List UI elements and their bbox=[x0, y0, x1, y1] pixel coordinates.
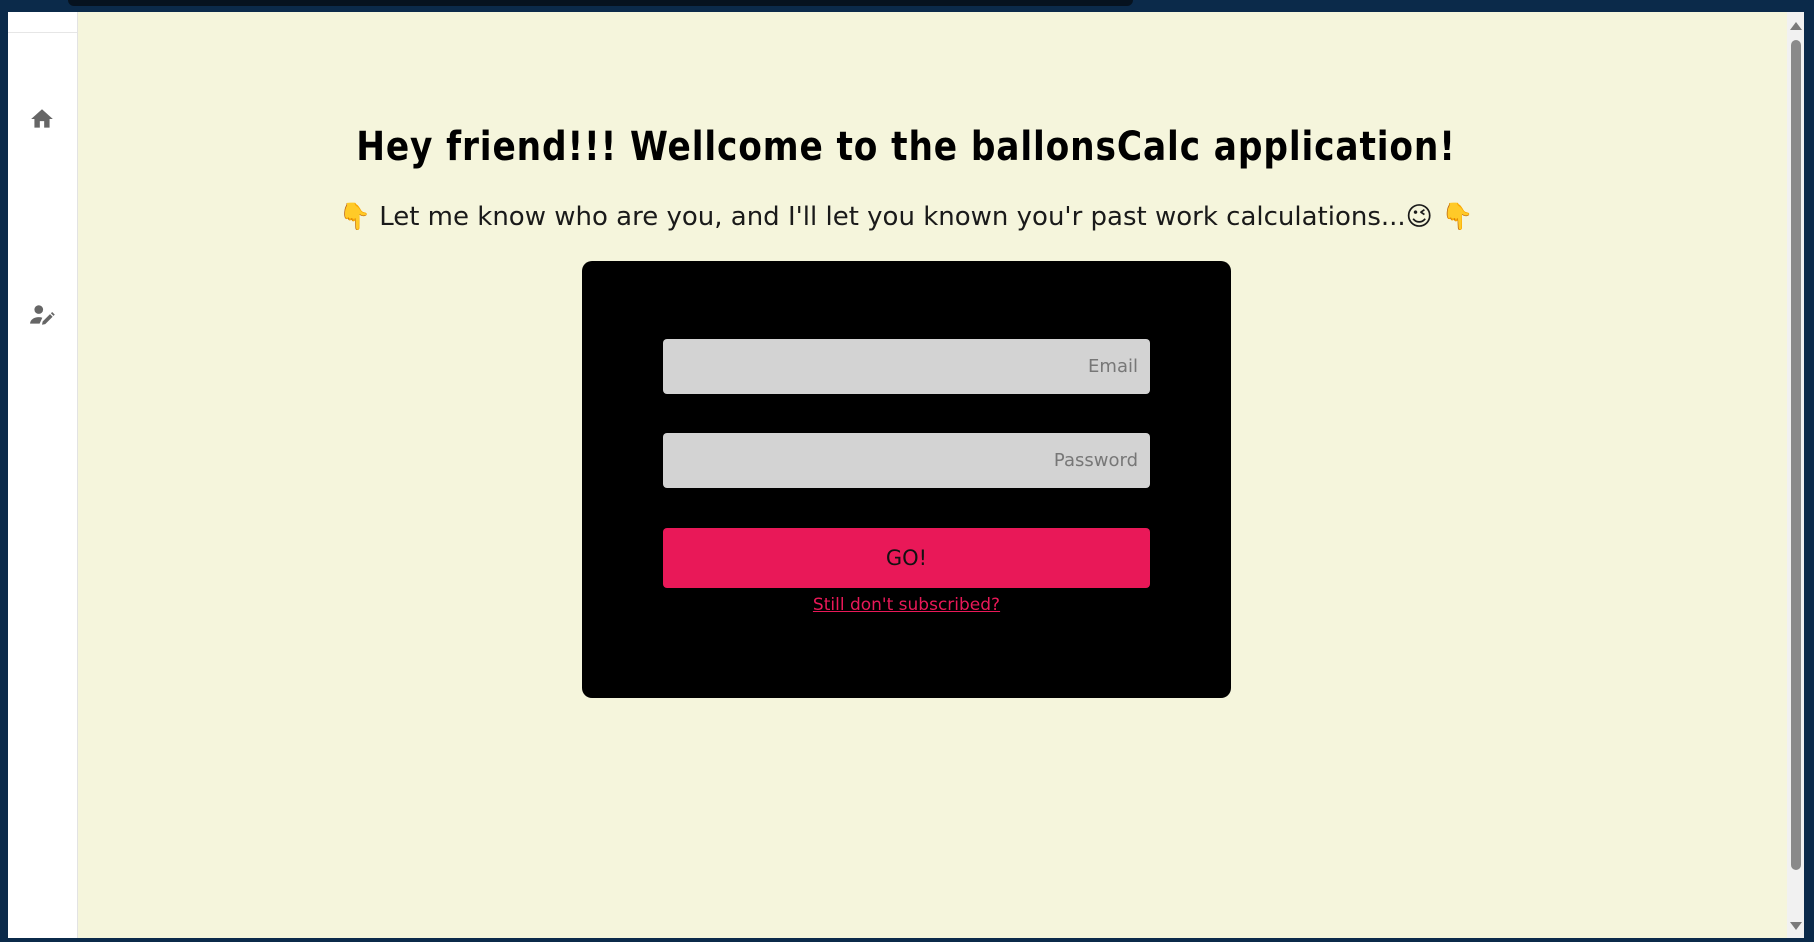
sidebar-item-register[interactable] bbox=[29, 302, 55, 328]
sidebar-item-home[interactable] bbox=[29, 106, 55, 132]
signup-link[interactable]: Still don't subscribed? bbox=[582, 595, 1231, 615]
page-title: Hey friend!!! Wellcome to the ballonsCal… bbox=[356, 124, 1456, 170]
password-field[interactable] bbox=[663, 433, 1150, 488]
scroll-down-arrow-icon[interactable] bbox=[1790, 922, 1802, 930]
email-field[interactable] bbox=[663, 339, 1150, 394]
home-icon bbox=[29, 106, 55, 132]
go-button[interactable]: GO! bbox=[663, 528, 1150, 588]
vertical-scrollbar[interactable] bbox=[1787, 12, 1804, 938]
main-content: Hey friend!!! Wellcome to the ballonsCal… bbox=[77, 12, 1787, 938]
browser-top-bar bbox=[0, 0, 1814, 12]
browser-tab-strip bbox=[68, 0, 1133, 6]
scrollbar-thumb[interactable] bbox=[1791, 40, 1801, 870]
page-subtitle: 👇 Let me know who are you, and I'll let … bbox=[338, 202, 1474, 232]
sidebar bbox=[8, 12, 78, 938]
user-edit-icon bbox=[29, 302, 55, 328]
app-window: Hey friend!!! Wellcome to the ballonsCal… bbox=[8, 12, 1804, 938]
login-card: GO! Still don't subscribed? bbox=[582, 261, 1231, 698]
scroll-up-arrow-icon[interactable] bbox=[1790, 22, 1802, 30]
sidebar-divider bbox=[8, 32, 77, 33]
